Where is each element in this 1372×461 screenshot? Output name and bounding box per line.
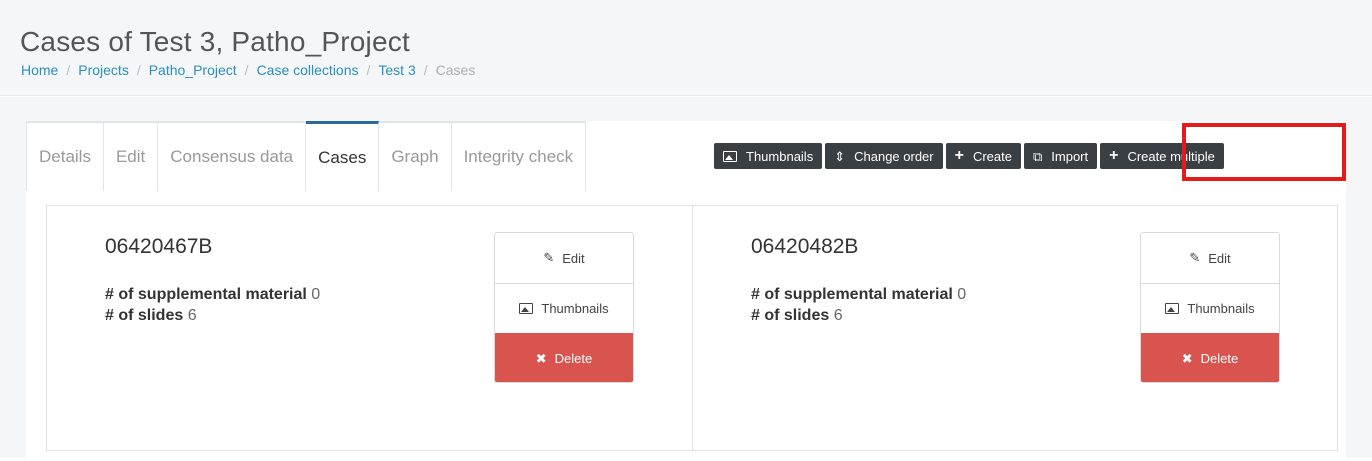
create-button-label: Create xyxy=(972,148,1012,164)
case-thumbnails-label: Thumbnails xyxy=(541,301,609,316)
case-edit-label: Edit xyxy=(1208,250,1231,266)
toolbar: Thumbnails ⇕ Change order + Create ⧉ Imp… xyxy=(714,143,1224,169)
thumbnails-button[interactable]: Thumbnails xyxy=(714,143,823,169)
case-title: 06420467B xyxy=(105,235,213,258)
tab-edit[interactable]: Edit xyxy=(103,123,159,191)
create-button[interactable]: + Create xyxy=(945,143,1021,169)
case-meta: # of supplemental material 0 # of slides… xyxy=(751,284,966,326)
close-icon: ✖ xyxy=(1181,350,1193,366)
tab-consensus-data[interactable]: Consensus data xyxy=(158,123,307,191)
breadcrumb: Home / Projects / Patho_Project / Case c… xyxy=(21,62,475,78)
case-actions: ✎ Edit Thumbnails ✖ Delete xyxy=(1140,232,1280,383)
case-thumbnails-label: Thumbnails xyxy=(1187,301,1255,316)
change-order-button-label: Change order xyxy=(854,148,934,164)
import-button[interactable]: ⧉ Import xyxy=(1023,143,1098,169)
page-title: Cases of Test 3, Patho_Project xyxy=(20,26,410,57)
plus-icon: + xyxy=(1109,147,1119,164)
breadcrumb-patho-project[interactable]: Patho_Project xyxy=(149,62,237,78)
content-area: Details Edit Consensus data Cases Graph … xyxy=(0,97,1372,461)
case-thumbnails-button[interactable]: Thumbnails xyxy=(495,283,633,333)
breadcrumb-home[interactable]: Home xyxy=(21,62,58,78)
breadcrumb-separator: / xyxy=(136,62,141,78)
breadcrumb-separator: / xyxy=(244,62,249,78)
thumbnails-button-label: Thumbnails xyxy=(746,148,814,164)
breadcrumb-case-collections[interactable]: Case collections xyxy=(257,62,359,78)
import-button-label: Import xyxy=(1051,148,1089,164)
breadcrumb-separator: / xyxy=(366,62,371,78)
case-meta: # of supplemental material 0 # of slides… xyxy=(105,284,320,326)
tab-details[interactable]: Details xyxy=(26,123,104,191)
case-edit-label: Edit xyxy=(562,250,585,266)
supplemental-label: # of supplemental material xyxy=(751,286,953,303)
highlight-annotation xyxy=(1182,123,1346,181)
breadcrumb-separator: / xyxy=(66,62,71,78)
picture-icon xyxy=(1165,303,1180,314)
breadcrumb-test-3[interactable]: Test 3 xyxy=(378,62,415,78)
case-collection-panel: Details Edit Consensus data Cases Graph … xyxy=(26,121,1346,461)
slides-label: # of slides xyxy=(105,307,184,324)
change-order-button[interactable]: ⇕ Change order xyxy=(825,143,943,169)
supplemental-value: 0 xyxy=(957,286,967,303)
supplemental-value: 0 xyxy=(311,286,321,303)
tab-graph[interactable]: Graph xyxy=(379,123,452,191)
tab-integrity-check[interactable]: Integrity check xyxy=(451,123,587,191)
pencil-icon: ✎ xyxy=(1189,250,1201,265)
case-delete-label: Delete xyxy=(554,351,593,366)
tab-cases[interactable]: Cases xyxy=(306,121,380,191)
case-title: 06420482B xyxy=(751,235,859,258)
slides-label: # of slides xyxy=(751,307,830,324)
case-card: 06420482B # of supplemental material 0 #… xyxy=(692,206,1337,450)
case-actions: ✎ Edit Thumbnails ✖ Delete xyxy=(494,232,634,383)
breadcrumb-current: Cases xyxy=(435,62,476,78)
case-edit-button[interactable]: ✎ Edit xyxy=(1141,233,1279,283)
case-card: 06420467B # of supplemental material 0 #… xyxy=(47,206,692,450)
picture-icon xyxy=(519,303,534,314)
breadcrumb-separator: / xyxy=(423,62,428,78)
copy-icon: ⧉ xyxy=(1032,148,1043,164)
page-header: Cases of Test 3, Patho_Project Home / Pr… xyxy=(0,0,1372,96)
slides-value: 6 xyxy=(187,307,197,324)
case-thumbnails-button[interactable]: Thumbnails xyxy=(1141,283,1279,333)
case-delete-button[interactable]: ✖ Delete xyxy=(495,333,633,382)
breadcrumb-projects[interactable]: Projects xyxy=(78,62,129,78)
close-icon: ✖ xyxy=(535,350,547,366)
sort-icon: ⇕ xyxy=(834,148,846,164)
pencil-icon: ✎ xyxy=(543,250,555,265)
supplemental-label: # of supplemental material xyxy=(105,286,307,303)
case-edit-button[interactable]: ✎ Edit xyxy=(495,233,633,283)
picture-icon xyxy=(723,150,737,162)
plus-icon: + xyxy=(954,147,964,164)
case-delete-label: Delete xyxy=(1200,351,1239,366)
tab-bar: Details Edit Consensus data Cases Graph … xyxy=(26,121,587,191)
case-list: 06420467B # of supplemental material 0 #… xyxy=(46,205,1338,451)
case-delete-button[interactable]: ✖ Delete xyxy=(1141,333,1279,382)
slides-value: 6 xyxy=(833,307,843,324)
